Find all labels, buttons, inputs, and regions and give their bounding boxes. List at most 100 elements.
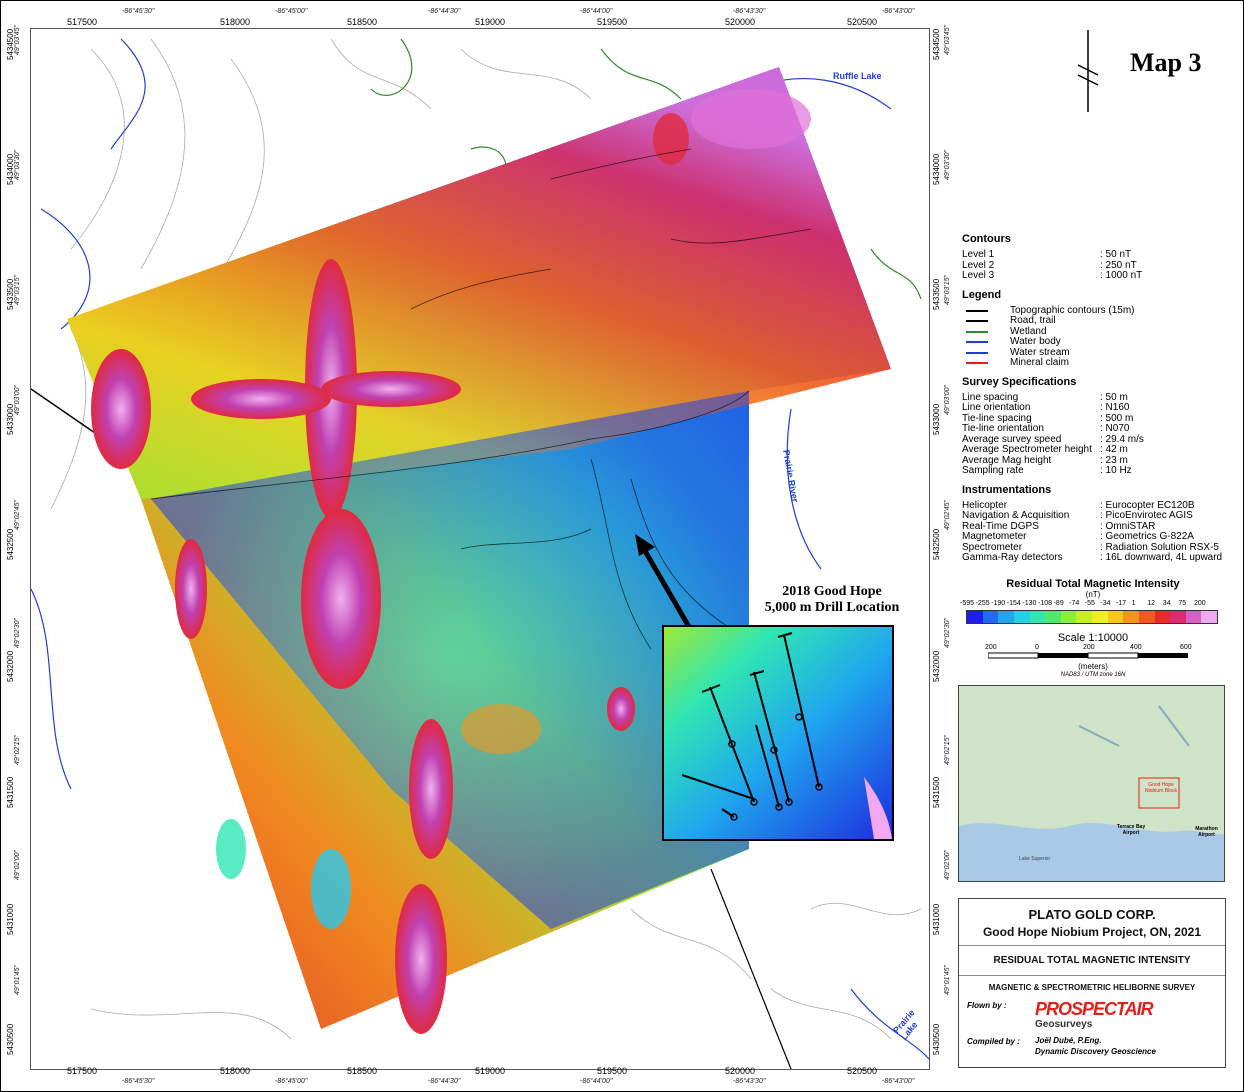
colorbar-tick-label: 1 (1131, 600, 1136, 607)
title-block: PLATO GOLD CORP. Good Hope Niobium Proje… (958, 898, 1226, 1068)
latitude-left-label: 49°02'30" (14, 618, 21, 648)
location-map[interactable]: Good Hope Niobium Block Terrace Bay Airp… (958, 685, 1225, 882)
easting-bottom-label: 520000 (725, 1066, 756, 1076)
contour-level-value: : 1000 nT (1100, 270, 1143, 281)
prospectair-logo: PROSPECTAIR (1035, 999, 1154, 1019)
drill-zoom-svg (664, 627, 892, 839)
compiler-company: Dynamic Discovery Geoscience (1035, 1047, 1156, 1056)
longitude-top-label: -86°44'00" (580, 8, 613, 15)
instrument-value: : Radiation Solution RSX-5 (1100, 541, 1219, 553)
longitude-bottom-label: -86°45'30" (122, 1078, 155, 1085)
scale-tick-label: 200 (1083, 644, 1095, 651)
latitude-right-label: 49°03'30" (944, 150, 951, 180)
colorbar-tick-label: 12 (1147, 600, 1155, 607)
easting-top-label: 520500 (847, 17, 878, 27)
northing-right-label: 5433500 (932, 278, 941, 310)
survey-spec-value: : N160 (1100, 402, 1130, 413)
colorbar-swatch (1138, 611, 1155, 623)
colorbar-tick-label: -190 (991, 600, 1006, 607)
ruffle-lake-label: Ruffle Lake (833, 71, 882, 81)
survey-spec-value: : 23 m (1100, 454, 1128, 466)
latitude-left-label: 49°02'45" (14, 500, 21, 530)
easting-bottom-label: 518000 (220, 1066, 251, 1076)
survey-spec-value: : 50 m (1100, 391, 1128, 403)
legend-item-label: Water body (1010, 336, 1061, 347)
compiled-by-label: Compiled by : (967, 1037, 1020, 1046)
drill-zoom-inset[interactable] (662, 625, 894, 841)
northing-right-label: 5432500 (932, 528, 941, 560)
latitude-left-label: 49°01'45" (14, 965, 21, 995)
colorbar-swatch (1013, 611, 1030, 623)
longitude-bottom-label: -86°45'00" (275, 1078, 308, 1085)
latitude-right-label: 49°02'15" (944, 735, 951, 765)
latitude-left-label: 49°02'15" (14, 735, 21, 765)
instrument-label: Magnetometer (962, 531, 1027, 542)
legend-swatch-icon (966, 309, 988, 312)
latitude-right-label: 49°02'45" (944, 500, 951, 530)
survey-spec-value: : 10 Hz (1100, 465, 1132, 476)
scale-bar (988, 652, 1188, 659)
latitude-left-label: 49°03'30" (14, 150, 21, 180)
colorbar-swatch (1029, 611, 1046, 623)
longitude-bottom-label: -86°43'00" (882, 1078, 915, 1085)
easting-bottom-label: 519000 (475, 1066, 506, 1076)
instrument-label: Gamma-Ray detectors (962, 552, 1063, 563)
northing-right-label: 5432000 (932, 650, 941, 682)
scale-tick-label: 200 (985, 644, 997, 651)
colorbar-swatch (967, 611, 983, 623)
colorbar (966, 610, 1218, 624)
instrument-label: Helicopter (962, 499, 1008, 511)
location-terrace-bay: Terrace Bay Airport (1116, 824, 1146, 836)
latitude-left-label: 49°03'45" (14, 25, 21, 55)
instruments-title: Instrumentations (962, 483, 1052, 496)
contour-level-value: : 250 nT (1100, 259, 1137, 271)
colorbar-swatch (1201, 611, 1217, 623)
location-block-label: Good Hope Niobium Block (1145, 782, 1177, 794)
longitude-top-label: -86°44'30" (428, 8, 461, 15)
colorbar-tick-label: -255 (975, 600, 990, 607)
scale-datum: NAD83 / UTM zone 16N (1060, 672, 1126, 678)
colorbar-swatch (1154, 611, 1171, 623)
colorbar-tick-label: -17 (1116, 600, 1127, 607)
longitude-top-label: -86°43'00" (882, 8, 915, 15)
anomaly-ridge-central (301, 509, 381, 689)
survey-spec-value: : 29.4 m/s (1100, 433, 1144, 445)
contour-level-value: : 50 nT (1100, 249, 1132, 260)
legend-item-label: Topographic contours (15m) (1010, 304, 1135, 316)
longitude-bottom-label: -86°44'00" (580, 1078, 613, 1085)
colorbar-swatch (1092, 611, 1108, 623)
colorbar-tick-label: -595 (960, 600, 975, 607)
legend-item-label: Wetland (1010, 325, 1047, 337)
instrument-label: Spectrometer (962, 541, 1023, 553)
contour-level-label: Level 3 (962, 270, 995, 281)
magnetic-map-svg (31, 38, 929, 1069)
prospectair-sub: Geosurveys (1035, 1019, 1093, 1030)
easting-bottom-label: 518500 (347, 1066, 378, 1076)
callout-line2: 5,000 m Drill Location (764, 600, 900, 615)
instrument-label: Navigation & Acquisition (962, 510, 1070, 521)
easting-bottom-label: 519500 (597, 1066, 628, 1076)
legend-item-label: Water stream (1010, 346, 1070, 358)
road-trail-south (710, 868, 792, 1069)
survey-spec-value: : N070 (1100, 423, 1130, 434)
map-canvas[interactable]: Ruffle Lake Prairie River Prairie Lake (30, 28, 930, 1070)
instrument-value: : Geometrics G-822A (1100, 531, 1194, 542)
latitude-right-label: 49°02'00" (944, 850, 951, 880)
easting-top-label: 518000 (220, 17, 251, 27)
scale-unit: (meters) (1078, 662, 1108, 671)
survey-spec-label: Average Spectrometer height (962, 444, 1092, 455)
longitude-bottom-label: -86°44'30" (428, 1078, 461, 1085)
colorbar-tick-label: -34 (1100, 600, 1111, 607)
latitude-right-label: 49°03'00" (944, 385, 951, 415)
map-title: Map 3 (1130, 48, 1202, 77)
easting-bottom-label: 520500 (847, 1066, 878, 1076)
colorbar-swatch (1045, 611, 1061, 623)
instrument-value: : 16L downward, 4L upward (1100, 552, 1223, 563)
survey-spec-label: Sampling rate (962, 465, 1024, 476)
company-name: PLATO GOLD CORP. (1028, 907, 1156, 922)
easting-top-label: 519000 (475, 17, 506, 27)
colorbar-swatch (982, 611, 999, 623)
longitude-top-label: -86°43'30" (733, 8, 766, 15)
compiler-name: Joël Dubé, P.Eng. (1035, 1036, 1102, 1045)
colorbar-unit: (nT) (1085, 590, 1101, 599)
